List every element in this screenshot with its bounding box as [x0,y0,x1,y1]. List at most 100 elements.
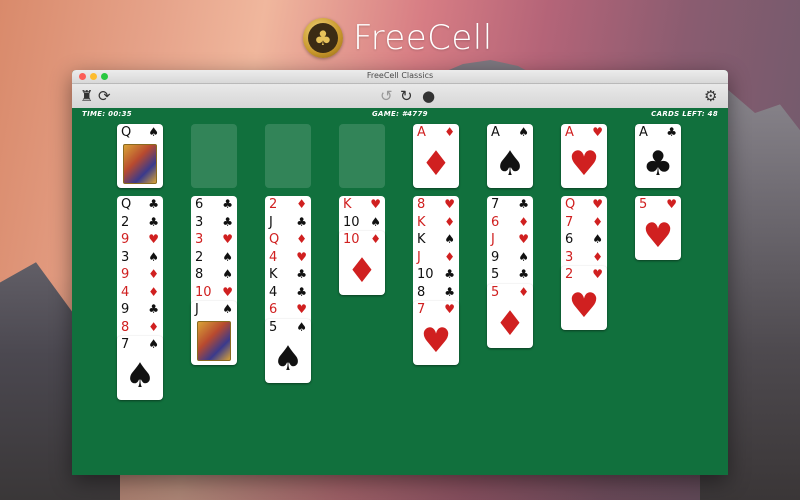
card-suit-icon: ♥ [148,232,159,246]
settings-gear-icon[interactable]: ⚙ [704,87,717,105]
card-rank: 2 [195,249,204,265]
card-suit-icon: ♠ [518,125,529,139]
card-suit-icon: ♠ [148,249,159,264]
empty-free-cell[interactable] [191,124,237,188]
card-suit-icon: ♦ [296,197,307,211]
card-suit-icon: ♥ [444,302,455,316]
card-rank: 10 [343,214,360,230]
card-rank: 6 [269,302,278,317]
window-titlebar: FreeCell Classics [72,70,728,84]
card-rank: 3 [195,232,204,247]
card-rank: 5 [269,319,278,335]
card-rank: 9 [121,267,130,282]
card-suit-icon: ♠ [222,267,233,281]
tableau-column: 6 ♣ 3 ♣ 3 ♥ 2 ♠ 8 ♠ 10 ♥ J ♠ [191,196,237,365]
card-suit-icon: ♥ [444,197,455,211]
card-suit-icon: ♦ [148,267,159,281]
card-suit-icon: ♣ [222,214,233,229]
cards-left-count: CARDS LEFT: 48 [651,110,718,118]
card-rank: 6 [565,232,574,247]
card-suit-icon: ♥ [222,232,233,246]
card-suit-icon: ♦ [518,284,529,299]
card-rank: K [417,214,426,230]
game-window: FreeCell Classics ♜ ⟳ ↺ ↻ ● ⚙ TIME: 00:3… [72,70,728,475]
card-suit-icon: ♦ [444,249,455,264]
foundation-card[interactable]: A ♦ ♦ [413,124,459,188]
card-rank: A [565,125,574,140]
foundation-card[interactable]: A ♣ ♣ [635,124,681,188]
card-rank: 6 [195,197,204,212]
card-rank: 3 [565,249,574,265]
card-rank: 9 [491,249,500,265]
undo-icon[interactable]: ↺ [380,87,393,105]
tableau-top-card[interactable]: 5 ♠ ♠ [265,318,311,383]
tableau-column: 5 ♥ ♥ [635,196,681,260]
tableau-top-card[interactable]: 5 ♦ ♦ [487,283,533,348]
rook-icon[interactable]: ♜ [80,87,93,105]
tableau-column: 7 ♣ 6 ♦ J ♥ 9 ♠ 5 ♣ 5 ♦ ♦ [487,196,533,348]
card-suit-icon: ♦ [444,125,455,139]
card-suit-icon: ♣ [296,284,307,299]
elapsed-time: TIME: 00:35 [82,110,132,118]
tableau-top-card[interactable]: 7 ♥ ♥ [413,301,459,365]
card-rank: J [269,214,273,230]
empty-free-cell[interactable] [265,124,311,188]
card-suit-icon: ♥ [666,197,677,211]
redo-icon[interactable]: ↻ [400,87,413,105]
card-rank: 8 [417,284,426,300]
card-rank: 8 [417,197,426,212]
card-suit-icon: ♣ [444,284,455,299]
tableau-top-card[interactable]: J ♠ [191,301,237,365]
foundation-card[interactable]: A ♥ ♥ [561,124,607,188]
card-suit-icon: ♣ [296,267,307,281]
card-rank: 10 [417,267,434,282]
card-rank: 10 [195,284,212,300]
card-rank: 2 [121,214,130,230]
card-suit-icon: ♠ [222,302,233,316]
card-rank: Q [121,125,132,140]
card-suit-icon: ♣ [666,125,677,139]
app-title-banner: ♣ FreeCell [303,12,493,64]
card-rank: 7 [121,337,130,352]
card-suit-icon: ♠ [296,319,307,334]
card-suit-icon: ♦ [370,232,381,246]
tableau-column: Q ♥ 7 ♦ 6 ♠ 3 ♦ 2 ♥ ♥ [561,196,607,330]
card-suit-icon: ♠ [370,214,381,229]
card-suit-icon: ♦ [592,249,603,264]
foundation-card[interactable]: A ♠ ♠ [487,124,533,188]
tableau-top-card[interactable]: 10 ♦ ♦ [339,231,385,295]
free-cell-card[interactable]: Q ♠ [117,124,163,188]
card-suit-icon: ♠ [222,249,233,264]
window-title: FreeCell Classics [366,71,434,80]
empty-free-cell[interactable] [339,124,385,188]
card-center-suit-icon: ♥ [642,216,674,256]
card-rank: J [491,232,495,247]
card-rank: 5 [491,267,500,282]
card-center-suit-icon: ♠ [494,144,526,184]
card-rank: 7 [417,302,426,317]
card-rank: Q [269,232,280,247]
card-rank: 7 [565,214,574,230]
card-suit-icon: ♦ [296,232,307,246]
card-suit-icon: ♣ [518,197,529,211]
tableau-top-card[interactable]: 7 ♠ ♠ [117,336,163,400]
tableau-top-card[interactable]: 5 ♥ ♥ [635,196,681,260]
card-rank: 3 [195,214,204,230]
card-center-suit-icon: ♠ [124,356,156,396]
card-rank: 7 [491,197,500,212]
card-suit-icon: ♣ [296,214,307,229]
game-number: GAME: #4779 [372,110,428,118]
card-suit-icon: ♠ [518,249,529,264]
card-rank: K [343,197,352,212]
card-rank: A [639,125,648,140]
card-rank: 5 [491,284,500,300]
hint-balloon-icon[interactable]: ● [422,87,435,105]
face-card-portrait [197,321,231,361]
card-center-suit-icon: ♥ [568,144,600,184]
card-center-suit-icon: ♥ [420,321,452,361]
new-game-shuffle-icon[interactable]: ⟳ [98,87,111,105]
card-rank: Q [565,197,576,212]
tableau-top-card[interactable]: 2 ♥ ♥ [561,266,607,330]
card-rank: 4 [269,249,278,265]
card-suit-icon: ♥ [592,125,603,139]
